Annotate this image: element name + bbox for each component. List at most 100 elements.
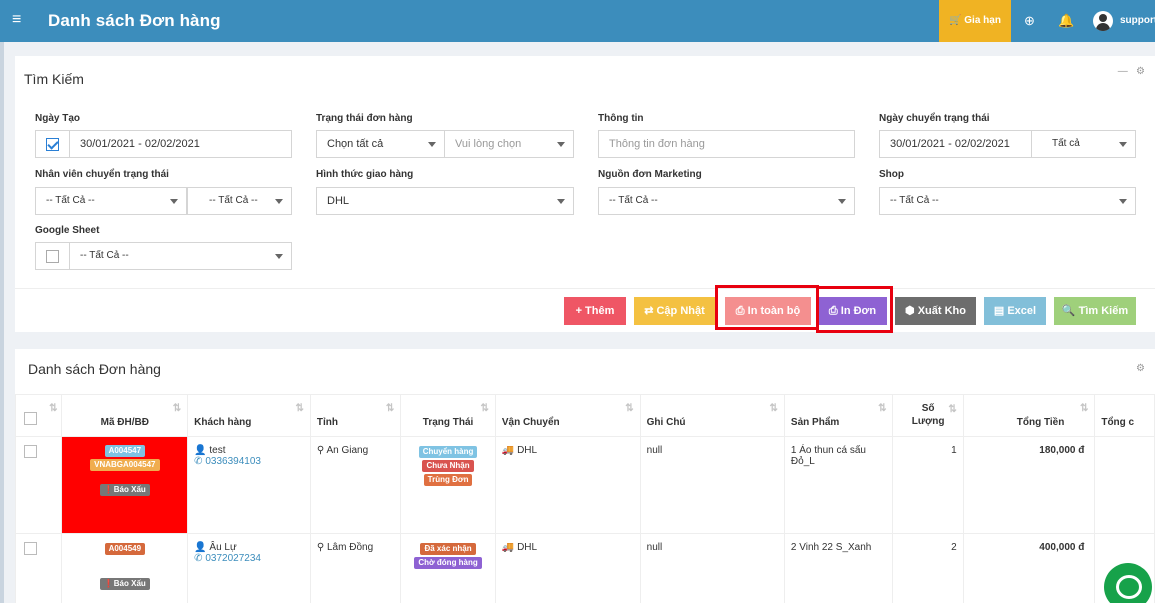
staff-change-select-2[interactable]: -- Tất Cả -- — [187, 187, 292, 215]
google-sheet-checkbox[interactable] — [35, 242, 70, 270]
row-checkbox[interactable] — [24, 542, 37, 555]
created-date-label: Ngày Tạo — [35, 113, 81, 124]
shipping-method-label: Hình thức giao hàng — [316, 169, 414, 180]
marketing-source-select[interactable]: -- Tất Cả -- — [598, 187, 855, 215]
sort-icon[interactable]: ⇅ — [770, 403, 778, 414]
life-ring-icon[interactable]: ⊕ — [1024, 14, 1035, 27]
phone-icon: ✆ — [194, 456, 203, 467]
map-marker-icon: ⚲ — [316, 542, 325, 553]
google-sheet-select[interactable]: -- Tất Cả -- — [69, 242, 292, 270]
order-status-select[interactable]: Chọn tất cả — [316, 130, 445, 158]
hamburger-icon[interactable]: ≡ — [12, 12, 21, 28]
status-badge[interactable]: Chưa Nhận — [422, 460, 474, 472]
truck-icon: 🚚 — [501, 542, 515, 553]
map-marker-icon: ⚲ — [316, 445, 325, 456]
search-panel-title: Tìm Kiếm — [24, 71, 84, 87]
chevron-down-icon — [428, 142, 436, 147]
row-checkbox[interactable] — [24, 445, 37, 458]
report-badge[interactable]: ❗Báo Xấu — [99, 484, 150, 496]
created-date-range-input[interactable]: 30/01/2021 - 02/02/2021 — [69, 130, 292, 158]
exclamation-icon: ❗ — [103, 485, 114, 494]
status-badge[interactable]: Trùng Đơn — [423, 474, 473, 486]
orders-panel: Danh sách Đơn hàng ⚙ ⇅ Mã ĐH/BĐ ⇅ Khách h… — [14, 349, 1155, 603]
note-cell: null — [639, 436, 785, 534]
chevron-down-icon — [1119, 199, 1127, 204]
order-info-input[interactable]: Thông tin đơn hàng — [598, 130, 855, 158]
username[interactable]: support — [1120, 15, 1155, 26]
minimize-icon[interactable]: — — [1118, 66, 1128, 77]
shipping-cell: 🚚 DHL — [494, 533, 641, 603]
orders-table: ⇅ Mã ĐH/BĐ ⇅ Khách hàng ⇅ Tỉnh ⇅ Trạng Thái… — [14, 394, 1155, 603]
status-badge[interactable]: Đã xác nhận — [420, 543, 476, 555]
sort-icon[interactable]: ⇅ — [878, 403, 886, 414]
status-change-date-input[interactable]: 30/01/2021 - 02/02/2021 — [879, 130, 1032, 158]
search-button[interactable]: 🔍 Tìm Kiếm — [1054, 297, 1136, 325]
bell-icon[interactable]: 🔔 — [1058, 14, 1074, 27]
customer-cell: 👤 Âu Lự ✆ 0372027234 — [187, 533, 311, 603]
col-customer[interactable]: Khách hàng ⇅ — [187, 394, 311, 437]
total-cell: 180,000 đ — [962, 436, 1096, 534]
status-change-scope-select[interactable]: Tất cả — [1031, 130, 1136, 158]
add-button[interactable]: + Thêm — [564, 297, 626, 325]
settings-icon[interactable]: ⚙ — [1136, 363, 1145, 374]
order-code-badge[interactable]: A004547 — [104, 445, 146, 457]
top-navbar: ≡ Danh sách Đơn hàng 🛒 Gia hạn ⊕ 🔔 suppo… — [0, 0, 1155, 42]
product-cell: 1 Áo thun cá sấu Đỏ_L — [783, 436, 894, 534]
update-button[interactable]: ⇄ Cập Nhật — [634, 297, 715, 325]
sort-icon[interactable]: ⇅ — [386, 403, 394, 414]
customer-phone[interactable]: 0336394103 — [205, 456, 261, 467]
export-stock-button[interactable]: ⬢ Xuất Kho — [895, 297, 976, 325]
sort-icon[interactable]: ⇅ — [480, 403, 488, 414]
sort-icon[interactable]: ⇅ — [948, 403, 956, 416]
status-badge[interactable]: Chuyển hàng — [418, 446, 478, 458]
status-badge[interactable]: Chờ đóng hàng — [414, 557, 482, 569]
staff-change-label: Nhân viên chuyển trạng thái — [35, 169, 169, 180]
col-status[interactable]: Trạng Thái ⇅ — [400, 394, 496, 437]
status-cell: Chuyển hàng Chưa Nhận Trùng Đơn — [400, 436, 496, 534]
shop-select[interactable]: -- Tất Cả -- — [879, 187, 1136, 215]
table-row[interactable]: A004547 VNABGA004547 ❗Báo Xấu 👤 test ✆ 0… — [14, 436, 1155, 534]
checkbox-empty-icon — [46, 250, 59, 263]
settings-icon[interactable]: ⚙ — [1136, 66, 1145, 77]
excel-button[interactable]: ▤ Excel — [984, 297, 1046, 325]
order-status-sub-select[interactable]: Vui lòng chọn — [444, 130, 574, 158]
customer-phone[interactable]: 0372027234 — [205, 553, 261, 564]
chat-bubble-icon[interactable] — [1104, 563, 1152, 603]
order-code-cell: A004547 VNABGA004547 ❗Báo Xấu — [61, 436, 189, 534]
tracking-code-badge[interactable]: VNABGA004547 — [90, 459, 160, 471]
col-shipping[interactable]: Vận Chuyển ⇅ — [494, 394, 641, 437]
user-avatar-icon[interactable] — [1093, 11, 1113, 31]
order-code-badge[interactable]: A004549 — [104, 543, 146, 555]
orders-panel-title: Danh sách Đơn hàng — [28, 361, 161, 377]
col-order-code[interactable]: Mã ĐH/BĐ ⇅ — [61, 394, 189, 437]
chevron-down-icon — [170, 199, 178, 204]
sort-icon[interactable]: ⇅ — [1080, 403, 1088, 414]
chevron-down-icon — [557, 142, 565, 147]
user-icon: 👤 — [194, 542, 207, 553]
created-date-checkbox[interactable] — [35, 130, 70, 158]
highlight-box-print-all — [715, 285, 819, 330]
sort-icon[interactable]: ⇅ — [625, 403, 633, 414]
shop-label: Shop — [879, 169, 904, 180]
customer-name[interactable]: Âu Lự — [209, 542, 236, 553]
info-label: Thông tin — [598, 113, 644, 124]
search-panel: Tìm Kiếm — ⚙ Ngày Tạo 30/01/2021 - 02/02… — [15, 56, 1155, 333]
col-province[interactable]: Tỉnh ⇅ — [309, 394, 402, 437]
sort-icon[interactable]: ⇅ — [296, 403, 304, 414]
select-all-checkbox[interactable] — [24, 412, 37, 425]
table-row[interactable]: A004549 ❗Báo Xấu 👤 Âu Lự ✆ 0372027234 ⚲ … — [14, 533, 1155, 603]
phone-icon: ✆ — [194, 553, 203, 564]
col-product[interactable]: Sản Phẩm ⇅ — [783, 394, 894, 437]
sort-icon[interactable]: ⇅ — [49, 403, 57, 414]
report-badge[interactable]: ❗Báo Xấu — [99, 578, 150, 590]
shipping-cell: 🚚 DHL — [494, 436, 641, 534]
sort-icon[interactable]: ⇅ — [173, 403, 181, 414]
col-total-extra[interactable]: Tổng c — [1094, 394, 1155, 437]
col-note[interactable]: Ghi Chú ⇅ — [639, 394, 785, 437]
customer-name[interactable]: test — [209, 445, 225, 456]
renew-button[interactable]: 🛒 Gia hạn — [939, 0, 1011, 42]
col-quantity[interactable]: Số Lượng ⇅ — [892, 394, 964, 437]
staff-change-select-1[interactable]: -- Tất Cả -- — [35, 187, 187, 215]
shipping-method-select[interactable]: DHL — [316, 187, 574, 215]
col-total[interactable]: Tổng Tiền ⇅ — [962, 394, 1096, 437]
